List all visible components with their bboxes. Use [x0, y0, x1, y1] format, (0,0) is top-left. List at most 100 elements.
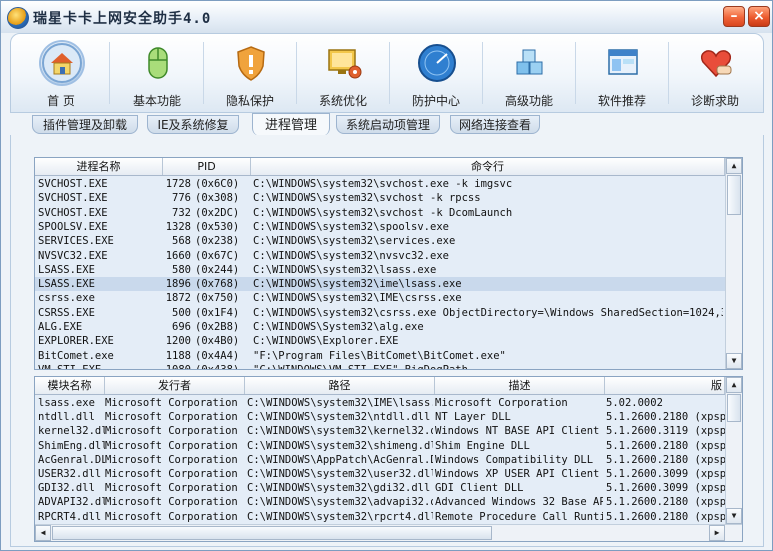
scroll-thumb[interactable] [727, 394, 741, 422]
process-row[interactable]: SVCHOST.EXE 1728 (0x6C0) C:\WINDOWS\system3… [35, 177, 725, 191]
module-row[interactable]: lsass.exe Microsoft Corporation C:\WINDOWS… [35, 396, 725, 410]
module-cell: Microsoft Corporation [105, 510, 238, 523]
process-row[interactable]: CSRSS.EXE 500 (0x1F4) C:\WINDOWS\system32\c… [35, 306, 725, 320]
process-cell: C:\WINDOWS\system32\svchost -k rpcss [253, 192, 481, 205]
module-cell: 5.1.2600.3099 (xpsp_ [606, 468, 725, 480]
tab-startup-manager[interactable]: 系统启动项管理 [336, 115, 440, 134]
process-row[interactable]: SPOOLSV.EXE 1328 (0x530) C:\WINDOWS\system3… [35, 220, 725, 234]
toolbar-advanced[interactable]: 高级功能 [483, 34, 575, 112]
title-bar[interactable]: 瑞星卡卡上网安全助手4.0 – × [1, 1, 772, 33]
process-list[interactable]: 进程名称 PID 命令行 SVCHOST.EXE 1728 (0x6C0) C:\WI… [34, 157, 743, 370]
process-cell: (0x67C) [195, 249, 240, 262]
toolbar-basic[interactable]: 基本功能 [111, 34, 203, 112]
minimize-button[interactable]: – [723, 6, 745, 27]
process-cell: 1896 [165, 278, 191, 291]
module-cell: C:\WINDOWS\system32\kernel32.dll [247, 425, 433, 438]
process-cell: CSRSS.EXE [38, 306, 95, 319]
scroll-up-arrow-icon[interactable]: ▲ [726, 158, 742, 174]
scroll-thumb[interactable] [727, 175, 741, 215]
process-cell: C:\WINDOWS\system32\nvsvc32.exe [253, 249, 449, 262]
toolbar-divider [109, 42, 110, 104]
process-cell: 568 [172, 235, 191, 248]
module-cell: C:\WINDOWS\system32\ntdll.dll [247, 411, 431, 424]
process-cell: (0x438) [195, 363, 240, 370]
process-cell: "C:\WINDOWS\VM_STI.EXE" BigDogPath [253, 363, 468, 370]
process-row[interactable]: VM_STI.EXE 1080 (0x438) "C:\WINDOWS\VM_STI.… [35, 363, 725, 370]
module-row[interactable]: ADVAPI32.dllMicrosoft Corporation C:\WIND… [35, 495, 725, 509]
scroll-down-arrow-icon[interactable]: ▼ [726, 353, 742, 369]
process-row[interactable]: SERVICES.EXE 568 (0x238) C:\WINDOWS\system3… [35, 234, 725, 248]
column-header-process-name[interactable]: 进程名称 [35, 158, 163, 175]
module-cell: 5.1.2600.2180 (xpsp_ [606, 510, 725, 523]
process-row[interactable]: EXPLORER.EXE 1200 (0x4B0) C:\WINDOWS\Explor… [35, 334, 725, 348]
toolbar-privacy[interactable]: 隐私保护 [204, 34, 296, 112]
module-cell: Microsoft Corporation [105, 397, 238, 409]
module-cell: Microsoft Corporation [435, 397, 568, 409]
scroll-down-arrow-icon[interactable]: ▼ [726, 508, 742, 524]
column-header-description[interactable]: 描述 [435, 377, 605, 394]
process-cell: SPOOLSV.EXE [38, 220, 108, 233]
process-cell: ALG.EXE [38, 321, 83, 333]
module-row[interactable]: ShimEng.dll Microsoft Corporation C:\WINDO… [35, 439, 725, 453]
process-cell: (0x2DC) [195, 206, 240, 219]
process-row[interactable]: LSASS.EXE 1896 (0x768) C:\WINDOWS\system32\… [35, 277, 725, 292]
column-header-publisher[interactable]: 发行者 [105, 377, 245, 394]
main-window: 瑞星卡卡上网安全助手4.0 – × 首 页 基本功能 隐私保护 系统优化 防护中… [0, 0, 773, 551]
close-button[interactable]: × [748, 6, 770, 27]
process-row[interactable]: LSASS.EXE 580 (0x244) C:\WINDOWS\system32\l… [35, 263, 725, 277]
process-row[interactable]: NVSVC32.EXE 1660 (0x67C) C:\WINDOWS\system3… [35, 249, 725, 263]
tab-plugin-manager[interactable]: 插件管理及卸载 [32, 115, 138, 134]
process-cell: (0x4B0) [195, 335, 240, 348]
module-row[interactable]: USER32.dll Microsoft Corporation C:\WINDOW… [35, 467, 725, 481]
module-cell: 5.1.2600.2180 (xpsp_ [606, 411, 725, 424]
process-cell: LSASS.EXE [38, 263, 95, 276]
module-list-hscrollbar[interactable]: ◀ ▶ [35, 524, 742, 541]
process-cell: SVCHOST.EXE [38, 206, 108, 219]
column-header-command-line[interactable]: 命令行 [251, 158, 725, 175]
toolbar-optimize[interactable]: 系统优化 [297, 34, 389, 112]
process-cell: (0x308) [195, 192, 240, 205]
module-row[interactable]: RPCRT4.dll Microsoft Corporation C:\WINDOW… [35, 510, 725, 524]
module-cell: AcGenral.DLL [38, 453, 105, 466]
process-cell: C:\WINDOWS\system32\spoolsv.exe [253, 220, 449, 233]
process-list-scrollbar[interactable]: ▲ ▼ [725, 158, 742, 369]
toolbar-help[interactable]: 诊断求助 [669, 34, 761, 112]
toolbar-label: 防护中心 [411, 94, 460, 108]
module-list-scrollbar[interactable]: ▲ ▼ [725, 377, 742, 524]
process-cell: 1872 [165, 292, 191, 305]
scroll-thumb[interactable] [52, 526, 492, 540]
toolbar-home[interactable]: 首 页 [15, 34, 107, 112]
process-row[interactable]: SVCHOST.EXE 732 (0x2DC) C:\WINDOWS\system32… [35, 206, 725, 220]
radar-icon [418, 44, 456, 82]
scroll-up-arrow-icon[interactable]: ▲ [726, 377, 742, 393]
process-row[interactable]: BitComet.exe 1188 (0x4A4) "F:\Program Files… [35, 349, 725, 363]
process-row[interactable]: ALG.EXE 696 (0x2B8) C:\WINDOWS\System32\alg… [35, 320, 725, 334]
module-row[interactable]: GDI32.dll Microsoft Corporation C:\WINDOWS… [35, 481, 725, 495]
process-cell: 776 [172, 192, 191, 205]
process-cell: 1188 [165, 349, 191, 362]
tab-network-connections[interactable]: 网络连接查看 [450, 115, 540, 134]
module-cell: Microsoft Corporation [105, 468, 238, 480]
toolbar-label: 软件推荐 [597, 94, 646, 108]
process-row[interactable]: csrss.exe 1872 (0x750) C:\WINDOWS\system32\… [35, 291, 725, 305]
module-row[interactable]: AcGenral.DLLMicrosoft Corporation C:\WIND… [35, 453, 725, 467]
module-list[interactable]: 模块名称 发行者 路径 描述 版 lsass.exe Microsoft Corp… [34, 376, 743, 542]
toolbar-software[interactable]: 软件推荐 [576, 34, 668, 112]
module-row[interactable]: ntdll.dll Microsoft Corporation C:\WINDOWS… [35, 410, 725, 424]
column-header-path[interactable]: 路径 [245, 377, 435, 394]
heart-hand-icon [700, 50, 732, 78]
scroll-left-arrow-icon[interactable]: ◀ [35, 525, 51, 541]
column-header-module-name[interactable]: 模块名称 [35, 377, 105, 394]
process-cell: csrss.exe [38, 292, 95, 305]
tab-process-manager[interactable]: 进程管理 [252, 113, 330, 136]
module-cell: 5.1.2600.3119 (xpsp_ [606, 425, 725, 438]
app-logo-icon [7, 7, 29, 29]
process-row[interactable]: SVCHOST.EXE 776 (0x308) C:\WINDOWS\system32… [35, 191, 725, 205]
toolbar-protection[interactable]: 防护中心 [390, 34, 482, 112]
column-header-version[interactable]: 版 [605, 377, 725, 394]
scroll-right-arrow-icon[interactable]: ▶ [709, 525, 725, 541]
tab-ie-repair[interactable]: IE及系统修复 [147, 115, 239, 134]
column-header-pid[interactable]: PID [163, 158, 251, 175]
module-row[interactable]: kernel32.dllMicrosoft Corporation C:\WIND… [35, 424, 725, 438]
process-cell: 1328 [165, 220, 191, 233]
